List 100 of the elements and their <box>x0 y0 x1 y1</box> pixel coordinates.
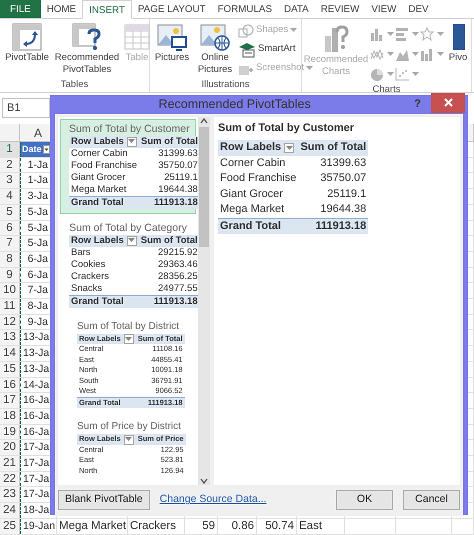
table-cell: 50.74 <box>257 518 297 534</box>
dropdown-button[interactable] <box>126 136 137 147</box>
dialog-button[interactable]: Cancel <box>403 490 460 510</box>
ribbon-tab[interactable]: DATA <box>278 0 315 18</box>
scroll-down-icon[interactable] <box>200 477 208 486</box>
ribbon-button[interactable]: Recommended PivotTables <box>54 22 120 76</box>
row-number[interactable]: 3 <box>0 173 20 188</box>
recommendation-card[interactable]: Sum of Total by Customer Row Labels Sum of Total Corner Cabin 31399.63 Food Franchise 35750.07 Giant Grocer 25119.1 Mega Market 19644.38 Grand Total 111913.18 <box>60 118 196 214</box>
table-cell: 6-Ja <box>28 268 48 281</box>
row-number[interactable]: 20 <box>0 440 20 456</box>
help-button[interactable]: ? <box>414 96 421 113</box>
globe-picture-icon <box>199 22 231 52</box>
ribbon-tab[interactable]: REVIEW <box>314 0 366 18</box>
table-cell: 1-Ja <box>28 158 48 171</box>
table-question-icon <box>71 22 103 52</box>
total-cell: 111913.18 <box>139 196 198 209</box>
row-number[interactable]: 11 <box>0 299 20 314</box>
total-cell: Grand Total <box>69 196 140 209</box>
table-cell-text: Crackers <box>70 270 110 283</box>
name-box[interactable]: B1 <box>2 98 50 118</box>
table-cell: 19644.38 <box>139 184 198 196</box>
row-number[interactable]: 12 <box>0 314 20 330</box>
table-cell: 19-Jan <box>23 520 56 532</box>
row-number[interactable]: 14 <box>0 346 20 361</box>
column-chart-icon <box>370 27 385 42</box>
row-number[interactable]: 8 <box>0 252 20 267</box>
ribbon-tab[interactable]: VIEW <box>365 0 402 18</box>
table-cell: East <box>297 518 345 534</box>
table-cell: 13-Ja <box>23 331 50 344</box>
table-cell: 17-Ja <box>23 488 50 500</box>
table-cell: Mega Market <box>57 518 128 534</box>
row-number[interactable]: 24 <box>0 503 20 518</box>
row-number[interactable]: 22 <box>0 472 20 486</box>
table-cell-text: 35750.07 <box>319 171 368 186</box>
row-number[interactable]: 16 <box>0 378 20 392</box>
row-number[interactable]: 9 <box>0 268 20 282</box>
picture-icon <box>156 22 188 52</box>
ribbon-tab[interactable]: DEV <box>402 0 435 18</box>
scrollbar[interactable] <box>198 116 210 486</box>
pivot-table-icon <box>11 22 43 52</box>
dropdown-button[interactable] <box>124 434 134 444</box>
caret-icon <box>387 52 394 57</box>
bar-chart-icon <box>395 27 410 42</box>
table-cell: 59 <box>185 518 218 534</box>
ribbon-button[interactable]: PivotTable <box>2 22 52 64</box>
column-header: Row Labels <box>71 234 124 247</box>
ribbon-button[interactable]: Pictures <box>152 22 192 64</box>
scroll-thumb[interactable] <box>199 126 209 247</box>
table-cell: 8-Ja <box>28 300 48 312</box>
dialog-button[interactable]: OK <box>336 490 393 510</box>
row-number[interactable]: 15 <box>0 362 20 377</box>
table-cell: Mega Market <box>69 184 140 196</box>
row-number[interactable]: 23 <box>0 487 20 502</box>
row-number[interactable]: 17 <box>0 393 20 408</box>
caret-icon <box>412 72 419 77</box>
dropdown-button[interactable] <box>126 236 137 246</box>
row-number[interactable]: 25 <box>0 518 20 534</box>
caret-icon <box>437 52 444 57</box>
column-header: Row Labels <box>220 140 282 156</box>
row-number[interactable]: 18 <box>0 408 20 424</box>
line-chart-icon <box>370 47 385 62</box>
ribbon-tab[interactable]: PAGE LAYOUT <box>132 0 212 18</box>
ribbon-button[interactable]: Online Pictures <box>194 22 236 76</box>
row-number[interactable]: 21 <box>0 456 20 471</box>
column-header: Sum of Total <box>298 140 368 156</box>
ribbon-tab[interactable]: FORMULAS <box>212 0 278 18</box>
card-title: Sum of Total by District <box>77 320 179 334</box>
row-number[interactable]: 1 <box>0 142 20 157</box>
recommendation-card[interactable]: Sum of Total by Category Row Labels Sum of Total Bars 29215.92 Cookies 29363.46 Crackers 28356.25 Snacks 24977.55 Grand Total 111913.18 <box>60 218 196 313</box>
row-number[interactable]: 13 <box>0 330 20 346</box>
dropdown-button[interactable] <box>124 334 134 344</box>
group-label: Charts <box>372 83 402 97</box>
close-button[interactable] <box>431 92 465 113</box>
dialog-button[interactable]: Blank PivotTable <box>58 490 150 510</box>
row-number[interactable]: 2 <box>0 158 20 172</box>
row-number[interactable]: 19 <box>0 424 20 440</box>
change-source-link[interactable]: Change Source Data... <box>160 492 266 508</box>
scroll-up-icon[interactable] <box>200 116 208 125</box>
ribbon-tab[interactable]: HOME <box>40 0 82 18</box>
row-number[interactable]: 4 <box>0 189 20 204</box>
row-number[interactable]: 10 <box>0 283 20 298</box>
table-cell-text: Cookies <box>70 258 106 271</box>
ribbon-button[interactable]: Pivo <box>447 22 469 64</box>
table-cell: Snacks <box>69 282 139 296</box>
row-number[interactable]: 7 <box>0 236 20 251</box>
table-cell-text: Giant Grocer <box>219 186 284 202</box>
table-cell: 35750.07 <box>139 160 198 172</box>
row-number[interactable]: 5 <box>0 204 20 220</box>
table-cell: Corner Cabin <box>69 148 140 160</box>
column-header[interactable]: A <box>34 126 42 140</box>
ribbon-tab[interactable]: INSERT <box>82 0 132 19</box>
table-cell: 17-Ja <box>23 457 50 470</box>
dropdown-button[interactable] <box>284 143 294 153</box>
total-cell: 111913.18 <box>298 218 368 234</box>
dialog-title: Recommended PivotTables <box>158 96 312 113</box>
filter-dropdown-icon[interactable] <box>42 144 50 154</box>
file-tab[interactable]: FILE <box>0 0 41 18</box>
table-cell: 14-Ja <box>23 378 50 391</box>
row-number[interactable]: 6 <box>0 220 20 236</box>
caret-icon <box>128 238 136 244</box>
